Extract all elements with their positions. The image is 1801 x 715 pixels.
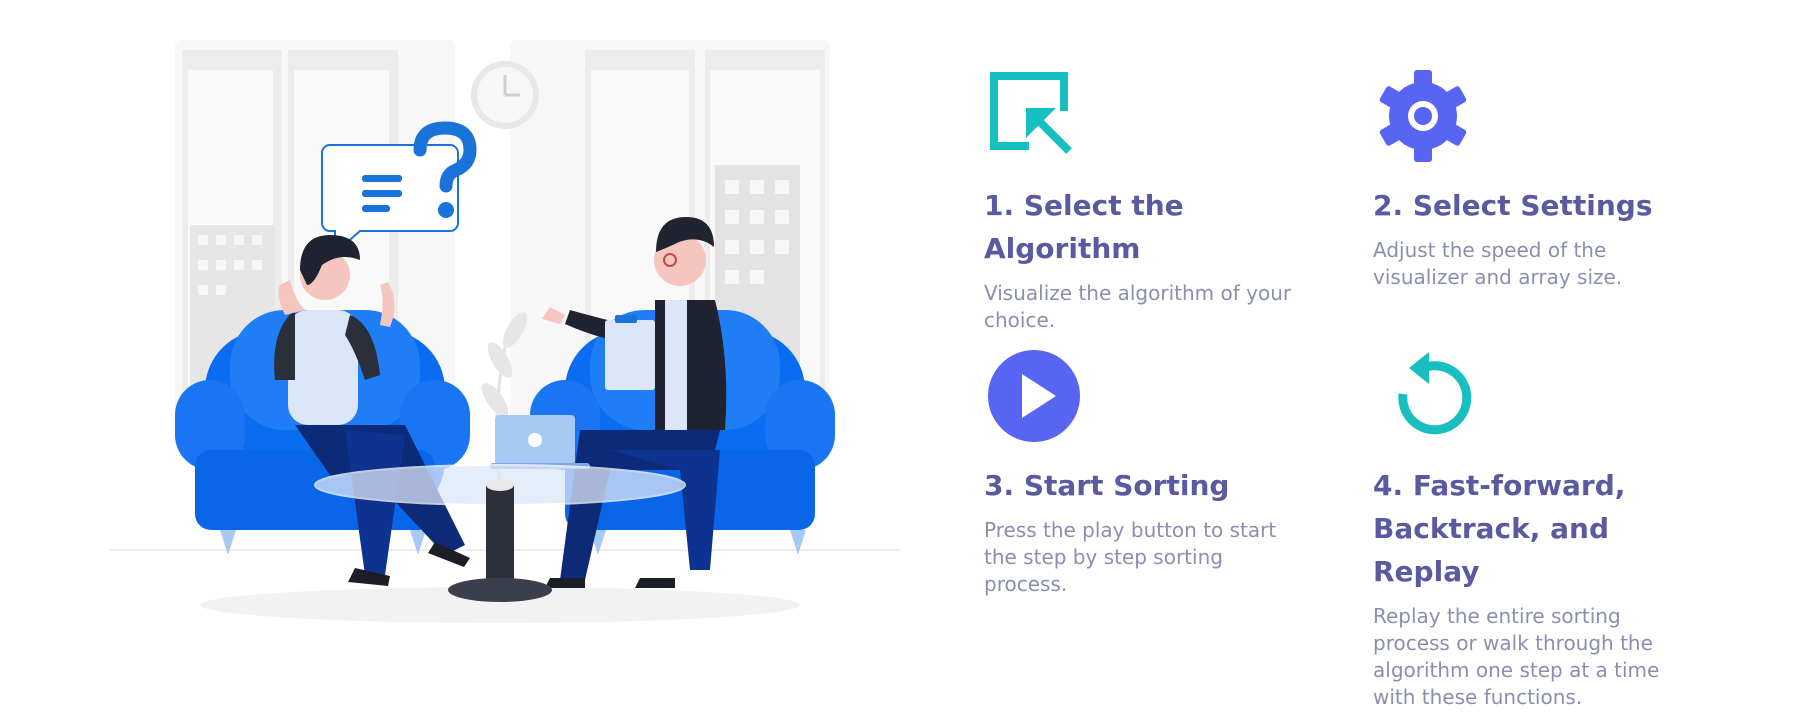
play-icon <box>984 346 1084 446</box>
step-description: Press the play button to start the step … <box>984 518 1277 596</box>
step-fast-forward-backtrack-replay: 4. Fast-forward, Backtrack, and Replay R… <box>1373 346 1683 711</box>
step-title: 4. Fast-forward, Backtrack, and Replay <box>1373 469 1626 588</box>
step-title: 2. Select Settings <box>1373 189 1653 222</box>
step-description: Visualize the algorithm of your choice. <box>984 281 1292 332</box>
step-title: 3. Start Sorting <box>984 469 1230 502</box>
conversation-illustration <box>110 30 900 630</box>
step-select-settings: 2. Select Settings Adjust the speed of t… <box>1373 66 1693 291</box>
step-start-sorting: 3. Start Sorting Press the play button t… <box>984 346 1304 598</box>
step-description: Adjust the speed of the visualizer and a… <box>1373 238 1623 289</box>
replay-icon <box>1373 346 1473 446</box>
step-select-algorithm: 1. Select the Algorithm Visualize the al… <box>984 66 1304 334</box>
step-description: Replay the entire sorting process or wal… <box>1373 604 1660 709</box>
step-title: 1. Select the Algorithm <box>984 189 1184 265</box>
cursor-select-icon <box>984 66 1084 166</box>
gear-icon <box>1373 66 1473 166</box>
